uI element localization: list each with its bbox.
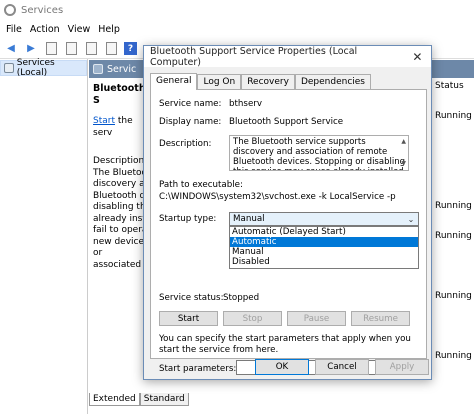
service-name-value: bthserv xyxy=(229,99,263,109)
dialog-title-bar: Bluetooth Support Service Properties (Lo… xyxy=(144,45,431,68)
tab-log-on[interactable]: Log On xyxy=(197,74,242,89)
status-cell: Running xyxy=(435,231,472,241)
tab-extended[interactable]: Extended xyxy=(89,393,140,406)
description-box[interactable]: The Bluetooth service supports discovery… xyxy=(229,135,409,171)
resume-button[interactable]: Resume xyxy=(351,311,410,326)
menu-help[interactable]: Help xyxy=(96,24,126,35)
console-tree-icon[interactable] xyxy=(44,42,58,56)
dialog-buttons: OK Cancel Apply xyxy=(255,359,429,375)
tree-item-services-local[interactable]: Services (Local) xyxy=(0,58,87,78)
close-icon[interactable]: ✕ xyxy=(404,50,431,64)
services-icon xyxy=(93,64,103,74)
menu-action[interactable]: Action xyxy=(28,24,66,35)
tab-general[interactable]: General xyxy=(150,73,198,90)
option-automatic[interactable]: Automatic xyxy=(230,237,418,247)
status-column-header[interactable]: Status xyxy=(435,81,464,91)
general-tab-panel: Service name: bthserv Display name: Blue… xyxy=(150,89,427,375)
startup-type-value: Manual xyxy=(233,214,265,224)
scroll-down-icon[interactable]: ▼ xyxy=(401,159,406,169)
help-icon[interactable]: ? xyxy=(124,42,137,55)
menu-view[interactable]: View xyxy=(66,24,97,35)
service-name-label: Service name: xyxy=(159,99,222,109)
tab-dependencies[interactable]: Dependencies xyxy=(294,74,371,89)
pane-header-label: Servic xyxy=(107,63,137,75)
console-tree: Services (Local) xyxy=(0,58,88,414)
startup-type-dropdown: Automatic (Delayed Start) Automatic Manu… xyxy=(229,226,419,269)
pause-button[interactable]: Pause xyxy=(287,311,346,326)
startup-type-label: Startup type: xyxy=(159,214,217,224)
startup-type-select[interactable]: Manual ⌄ xyxy=(229,212,419,226)
export-icon[interactable] xyxy=(104,42,118,56)
start-link[interactable]: Start xyxy=(93,116,115,126)
tab-standard[interactable]: Standard xyxy=(139,393,189,406)
menu-file[interactable]: File xyxy=(4,24,28,35)
dialog-tabs: General Log On Recovery Dependencies xyxy=(150,73,371,90)
cancel-button[interactable]: Cancel xyxy=(315,359,369,375)
tree-item-label: Services (Local) xyxy=(16,58,55,78)
start-params-hint: You can specify the start parameters tha… xyxy=(159,334,411,355)
option-disabled[interactable]: Disabled xyxy=(230,257,418,267)
forward-arrow-icon[interactable]: ▶ xyxy=(24,42,38,56)
scroll-up-icon[interactable]: ▲ xyxy=(401,137,406,147)
stop-button[interactable]: Stop xyxy=(223,311,282,326)
status-cell: Running xyxy=(435,291,472,301)
properties-icon[interactable] xyxy=(64,42,78,56)
path-label: Path to executable: xyxy=(159,180,243,190)
services-title-bar: Services xyxy=(0,0,474,20)
menu-bar: File Action View Help xyxy=(0,20,474,39)
chevron-down-icon: ⌄ xyxy=(407,214,415,224)
properties-dialog: Bluetooth Support Service Properties (Lo… xyxy=(143,45,432,380)
option-automatic-delayed[interactable]: Automatic (Delayed Start) xyxy=(230,227,418,237)
refresh-icon[interactable] xyxy=(84,42,98,56)
dialog-title: Bluetooth Support Service Properties (Lo… xyxy=(150,45,358,68)
description-text: The Bluetooth service supports discovery… xyxy=(233,137,405,170)
window-title: Services xyxy=(21,4,64,16)
display-name-value: Bluetooth Support Service xyxy=(229,117,344,127)
back-arrow-icon[interactable]: ◀ xyxy=(4,42,18,56)
service-status-value: Stopped xyxy=(223,293,260,303)
apply-button[interactable]: Apply xyxy=(375,359,429,375)
service-control-buttons: Start Stop Pause Resume xyxy=(159,311,410,326)
services-icon xyxy=(4,63,14,73)
start-params-label: Start parameters: xyxy=(159,364,237,374)
ok-button[interactable]: OK xyxy=(255,359,309,375)
start-button[interactable]: Start xyxy=(159,311,218,326)
status-cell: Running xyxy=(435,351,472,361)
option-manual[interactable]: Manual xyxy=(230,247,418,257)
display-name-label: Display name: xyxy=(159,117,222,127)
path-value: C:\WINDOWS\system32\svchost.exe -k Local… xyxy=(159,192,396,202)
gear-icon xyxy=(4,4,16,16)
service-status-label: Service status: xyxy=(159,293,224,303)
status-cell: Running xyxy=(435,111,472,121)
status-cell: Running xyxy=(435,201,472,211)
description-label: Description: xyxy=(159,139,212,149)
tab-recovery[interactable]: Recovery xyxy=(241,74,295,89)
view-tabs: Extended Standard xyxy=(89,393,189,407)
